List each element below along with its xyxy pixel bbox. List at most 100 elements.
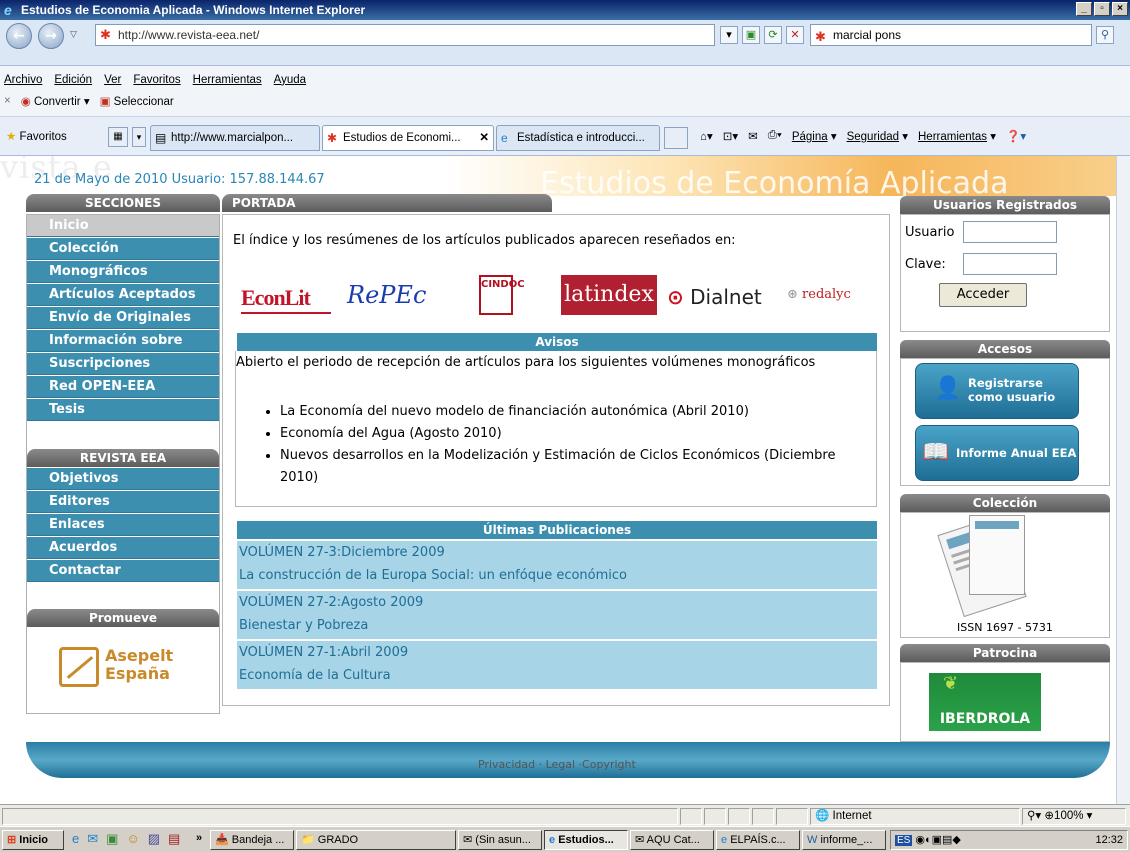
- nav-inicio[interactable]: Inicio: [27, 215, 219, 237]
- econlit-logo[interactable]: EconLit: [241, 285, 311, 311]
- task-estudios[interactable]: e Estudios...: [544, 830, 628, 850]
- task-grado[interactable]: 📁 GRADO: [296, 830, 456, 850]
- username-field[interactable]: [963, 221, 1057, 243]
- menu-bar: Archivo Edición Ver Favoritos Herramient…: [4, 74, 306, 86]
- task-bandeja[interactable]: 📥 Bandeja ...: [210, 830, 294, 850]
- latindex-logo[interactable]: latindex: [561, 275, 657, 315]
- app-icon[interactable]: ▨: [148, 831, 160, 847]
- address-url: http://www.revista-eea.net/: [118, 28, 260, 42]
- nav-suscripciones[interactable]: Suscripciones: [27, 353, 219, 375]
- nav-editores[interactable]: Editores: [27, 491, 219, 513]
- close-button[interactable]: ×: [1112, 2, 1128, 16]
- publication-topic[interactable]: La construcción de la Europa Social: un …: [239, 564, 877, 587]
- publication-volume[interactable]: VOLÚMEN 27-2:Agosto 2009: [239, 591, 877, 614]
- select-button[interactable]: ▣ Seleccionar: [100, 94, 174, 108]
- search-icon[interactable]: ⚲: [1096, 26, 1114, 44]
- publication-topic[interactable]: Bienestar y Pobreza: [239, 614, 877, 637]
- menu-herramientas[interactable]: Herramientas: [193, 74, 262, 86]
- nav-contactar[interactable]: Contactar: [27, 560, 219, 582]
- menu-edicion[interactable]: Edición: [54, 74, 92, 86]
- more-icon[interactable]: »: [196, 832, 202, 844]
- tools-menu[interactable]: Herramientas ▾: [918, 129, 996, 143]
- menu-favoritos[interactable]: Favoritos: [133, 74, 180, 86]
- tray-icons[interactable]: ◉◐▣▤◆: [915, 834, 961, 846]
- forward-button[interactable]: →: [38, 23, 64, 49]
- start-button[interactable]: ⊞ Inicio: [2, 830, 64, 850]
- recent-pages-dropdown-icon[interactable]: ▽: [70, 30, 77, 40]
- help-icon[interactable]: ❓▾: [1006, 129, 1026, 143]
- login-button[interactable]: Acceder: [939, 283, 1027, 307]
- menu-ayuda[interactable]: Ayuda: [274, 74, 306, 86]
- task-elpais[interactable]: e ELPAÍS.c...: [716, 830, 800, 850]
- nav-red-open-eea[interactable]: Red OPEN-EEA: [27, 376, 219, 398]
- vertical-scrollbar[interactable]: [1116, 156, 1130, 804]
- home-icon[interactable]: ⌂▾: [700, 129, 713, 143]
- publication-volume[interactable]: VOLÚMEN 27-1:Abril 2009: [239, 641, 877, 664]
- back-button[interactable]: ←: [6, 23, 32, 49]
- nav-articulos-aceptados[interactable]: Artículos Aceptados: [27, 284, 219, 306]
- tab-estudios[interactable]: ✱ Estudios de Economi... ✕: [322, 125, 494, 151]
- publication-topic[interactable]: Economía de la Cultura: [239, 664, 877, 687]
- ie-logo-icon: e: [4, 2, 12, 18]
- search-input[interactable]: ✱ marcial pons: [810, 24, 1092, 46]
- nav-monograficos[interactable]: Monográficos: [27, 261, 219, 283]
- tab-estadistica[interactable]: e Estadística e introducci...: [496, 125, 660, 151]
- app-icon[interactable]: ☺: [126, 831, 139, 847]
- outlook-icon[interactable]: ✉: [87, 831, 98, 847]
- annual-report-button[interactable]: 📖 Informe Anual EEA: [915, 425, 1079, 481]
- stop-icon[interactable]: ✕: [786, 26, 804, 44]
- publication-item[interactable]: VOLÚMEN 27-3:Diciembre 2009 La construcc…: [237, 541, 877, 589]
- register-button[interactable]: 👤 Registrarse como usuario: [915, 363, 1079, 419]
- language-icon[interactable]: ES: [895, 835, 913, 846]
- mail-icon[interactable]: ✉: [748, 129, 758, 143]
- tab-marcialpons[interactable]: ▤ http://www.marcialpon...: [150, 125, 320, 151]
- tab-list-icon[interactable]: ▾: [132, 127, 146, 147]
- ie-icon[interactable]: e: [72, 831, 79, 847]
- nav-envio-originales[interactable]: Envío de Originales: [27, 307, 219, 329]
- asepelt-logo[interactable]: Asepelt España: [59, 643, 199, 695]
- cindoc-logo[interactable]: CINDOC: [479, 275, 525, 315]
- print-icon[interactable]: ⎙▾: [768, 129, 782, 143]
- password-field[interactable]: [963, 253, 1057, 275]
- iberdrola-logo[interactable]: ❦ IBERDROLA: [929, 673, 1041, 731]
- address-bar[interactable]: ✱ http://www.revista-eea.net/: [95, 24, 715, 46]
- site-favicon-icon: ✱: [100, 27, 111, 42]
- page-menu[interactable]: Página ▾: [792, 129, 837, 143]
- footer-links[interactable]: Privacidad · Legal ·Copyright: [478, 758, 636, 771]
- app-icon[interactable]: ▤: [168, 831, 180, 847]
- publication-item[interactable]: VOLÚMEN 27-2:Agosto 2009 Bienestar y Pob…: [237, 591, 877, 639]
- dialnet-logo[interactable]: ⊙ Dialnet: [667, 285, 762, 309]
- task-aqu[interactable]: ✉ AQU Cat...: [630, 830, 714, 850]
- nav-enlaces[interactable]: Enlaces: [27, 514, 219, 536]
- publication-item[interactable]: VOLÚMEN 27-1:Abril 2009 Economía de la C…: [237, 641, 877, 689]
- promueve-header: Promueve: [27, 609, 219, 627]
- refresh-icon[interactable]: ⟳: [764, 26, 782, 44]
- compatibility-icon[interactable]: ▣: [742, 26, 760, 44]
- convert-button[interactable]: ◉ Convertir ▾: [21, 94, 90, 108]
- nav-informacion[interactable]: Información sobre: [27, 330, 219, 352]
- publication-volume[interactable]: VOLÚMEN 27-3:Diciembre 2009: [239, 541, 877, 564]
- favorites-button[interactable]: ★ Favoritos: [6, 129, 67, 143]
- menu-archivo[interactable]: Archivo: [4, 74, 42, 86]
- new-tab-button[interactable]: [664, 127, 688, 149]
- zoom-control[interactable]: ⚲▾ ⊕100% ▾: [1022, 808, 1126, 825]
- nav-coleccion[interactable]: Colección: [27, 238, 219, 260]
- close-tab-icon[interactable]: ✕: [479, 126, 489, 150]
- close-toolbar-icon[interactable]: ×: [4, 95, 11, 107]
- menu-area: Archivo Edición Ver Favoritos Herramient…: [0, 66, 1130, 116]
- nav-tesis[interactable]: Tesis: [27, 399, 219, 421]
- quick-tabs-icon[interactable]: ▦: [108, 127, 128, 147]
- feeds-icon[interactable]: ⊡▾: [723, 129, 738, 143]
- nav-objetivos[interactable]: Objetivos: [27, 468, 219, 490]
- repec-logo[interactable]: RePEc: [347, 281, 426, 309]
- app-icon[interactable]: ▣: [106, 831, 118, 847]
- task-sin-asunto[interactable]: ✉ (Sin asun...: [458, 830, 542, 850]
- security-menu[interactable]: Seguridad ▾: [847, 129, 908, 143]
- menu-ver[interactable]: Ver: [104, 74, 121, 86]
- minimize-button[interactable]: _: [1076, 2, 1092, 16]
- task-informe[interactable]: W informe_...: [802, 830, 886, 850]
- address-dropdown-icon[interactable]: ▾: [720, 26, 738, 44]
- maximize-button[interactable]: ▫: [1094, 2, 1110, 16]
- redalyc-logo[interactable]: ⊛ redalyc: [787, 287, 851, 302]
- nav-acuerdos[interactable]: Acuerdos: [27, 537, 219, 559]
